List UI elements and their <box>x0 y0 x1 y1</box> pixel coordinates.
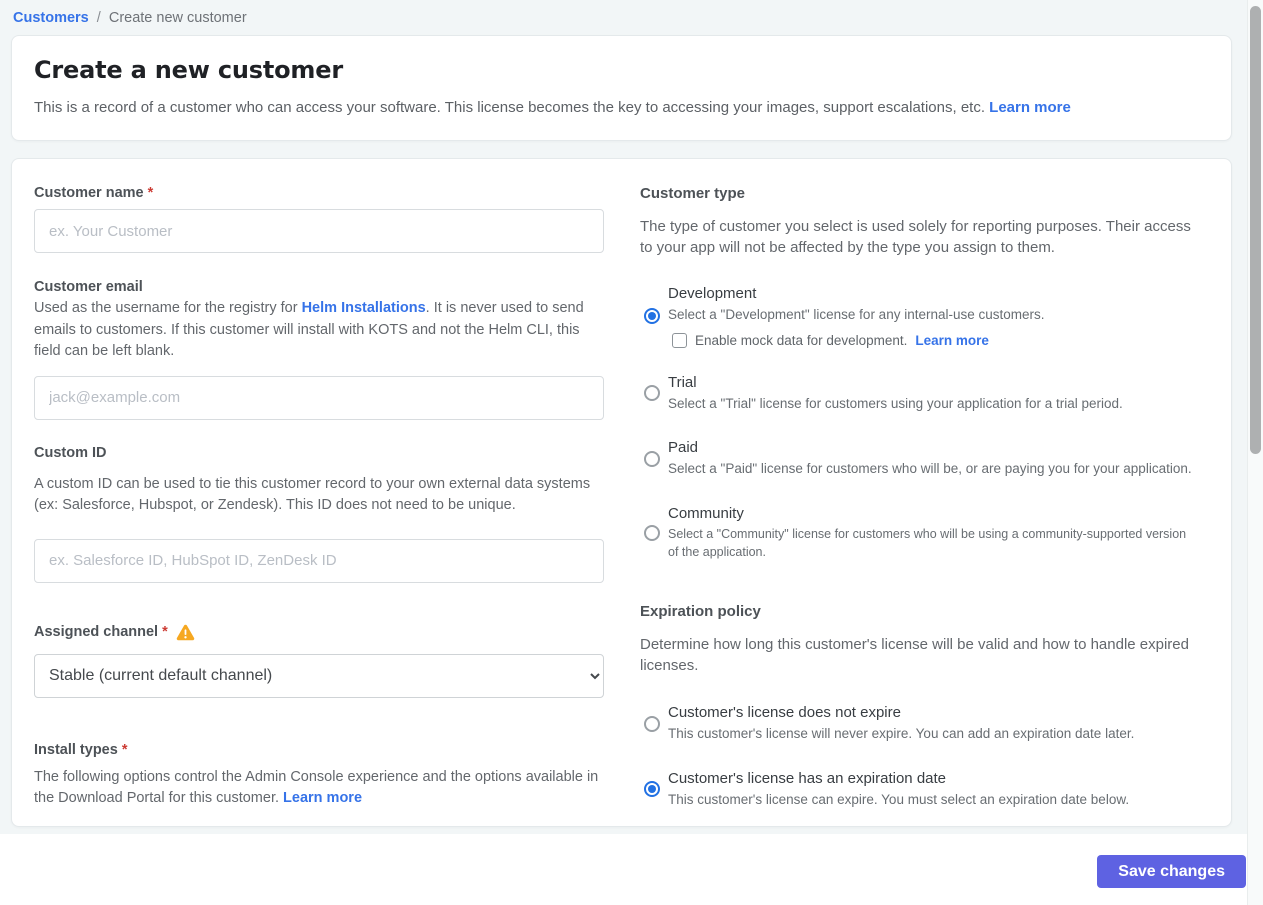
required-asterisk: * <box>121 741 128 758</box>
expiration-policy-description: Determine how long this customer's licen… <box>640 635 1189 674</box>
option-desc-development: Select a "Development" license for any i… <box>668 307 1045 322</box>
customer-email-input[interactable] <box>34 375 604 420</box>
customer-email-field-group: Customer email Used as the username for … <box>34 279 604 420</box>
mock-data-learn-more-link[interactable]: Learn more <box>915 333 989 348</box>
page-title: Create a new customer <box>34 56 343 84</box>
custom-id-input[interactable] <box>34 538 604 583</box>
community-radio[interactable] <box>644 524 660 541</box>
save-footer-bar: Save changes <box>0 834 1263 905</box>
option-title-paid: Paid <box>668 439 699 457</box>
custom-id-description: A custom ID can be used to tie this cust… <box>34 475 591 514</box>
option-desc-community: Select a "Community" license for custome… <box>668 526 1187 559</box>
customer-name-field-group: Customer name * <box>34 185 604 253</box>
page: Customers / Create new customer Create a… <box>0 0 1263 905</box>
warning-icon <box>176 624 195 641</box>
expiration-option-has-expiration-date[interactable]: Customer's license has an expiration dat… <box>640 770 1196 810</box>
install-types-field-group: Install types * The following options co… <box>34 742 604 810</box>
customer-name-input[interactable] <box>34 209 604 253</box>
install-types-description: The following options control the Admin … <box>34 768 599 807</box>
install-types-label: Install types * <box>34 741 128 758</box>
customer-email-description: Used as the username for the registry fo… <box>34 300 584 359</box>
breadcrumb-separator: / <box>96 10 101 26</box>
assigned-channel-label: Assigned channel * <box>34 624 604 641</box>
customer-type-description: The type of customer you select is used … <box>640 218 1191 256</box>
breadcrumb-link-customers[interactable]: Customers <box>13 10 89 26</box>
mock-data-checkbox-label: Enable mock data for development. <box>695 332 908 348</box>
scrollbar-thumb[interactable] <box>1250 6 1261 454</box>
assigned-channel-select[interactable]: Stable (current default channel) <box>34 653 604 698</box>
breadcrumb-current: Create new customer <box>108 10 247 26</box>
customer-type-option-paid[interactable]: Paid Select a "Paid" license for custome… <box>640 439 1196 479</box>
paid-radio[interactable] <box>644 450 660 467</box>
scrollbar[interactable] <box>1247 0 1263 905</box>
customer-type-option-trial[interactable]: Trial Select a "Trial" license for custo… <box>640 374 1196 414</box>
page-header-card: Create a new customer This is a record o… <box>11 35 1232 141</box>
option-title-community: Community <box>668 504 744 522</box>
option-title-does-not-expire: Customer's license does not expire <box>668 703 901 721</box>
customer-email-label: Customer email <box>34 279 143 295</box>
option-desc-does-not-expire: This customer's license will never expir… <box>668 725 1135 741</box>
option-title-development: Development <box>668 285 757 302</box>
expiration-option-does-not-expire[interactable]: Customer's license does not expire This … <box>640 704 1196 744</box>
save-changes-button[interactable]: Save changes <box>1097 855 1246 888</box>
customer-type-option-community[interactable]: Community Select a "Community" license f… <box>640 505 1196 561</box>
form-right-column: Customer type The type of customer you s… <box>640 185 1196 826</box>
option-desc-has-expiration: This customer's license can expire. You … <box>668 791 1130 807</box>
required-asterisk: * <box>162 624 168 640</box>
customer-form-card: Customer name * Customer email Used as t… <box>11 158 1232 827</box>
required-asterisk: * <box>147 185 154 201</box>
custom-id-label: Custom ID <box>34 444 107 461</box>
license-does-not-expire-radio[interactable] <box>644 715 660 732</box>
custom-id-field-group: Custom ID A custom ID can be used to tie… <box>34 445 604 583</box>
assigned-channel-field-group: Assigned channel * Stable (current defau… <box>34 624 604 698</box>
page-description: This is a record of a customer who can a… <box>34 99 1071 116</box>
license-has-expiration-radio[interactable] <box>644 781 660 798</box>
header-learn-more-link[interactable]: Learn more <box>989 99 1071 116</box>
mock-data-checkbox-row[interactable]: Enable mock data for development. Learn … <box>672 332 1045 348</box>
option-title-has-expiration: Customer's license has an expiration dat… <box>668 769 947 787</box>
customer-type-label: Customer type <box>640 185 746 202</box>
customer-type-option-development[interactable]: Development Select a "Development" licen… <box>640 285 1196 348</box>
development-radio[interactable] <box>644 308 660 325</box>
option-desc-trial: Select a "Trial" license for customers u… <box>668 395 1123 411</box>
trial-radio[interactable] <box>644 385 660 402</box>
helm-installations-link[interactable]: Helm Installations <box>302 300 426 316</box>
expiration-policy-label: Expiration policy <box>640 602 761 620</box>
option-desc-paid: Select a "Paid" license for customers wh… <box>668 461 1192 477</box>
option-title-trial: Trial <box>668 373 697 391</box>
customer-name-label: Customer name * <box>34 185 154 201</box>
form-left-column: Customer name * Customer email Used as t… <box>34 185 604 826</box>
expiration-policy-section: Expiration policy Determine how long thi… <box>640 603 1196 809</box>
mock-data-checkbox[interactable] <box>672 332 687 348</box>
breadcrumb: Customers / Create new customer <box>0 0 1263 26</box>
install-types-learn-more-link[interactable]: Learn more <box>283 790 362 806</box>
